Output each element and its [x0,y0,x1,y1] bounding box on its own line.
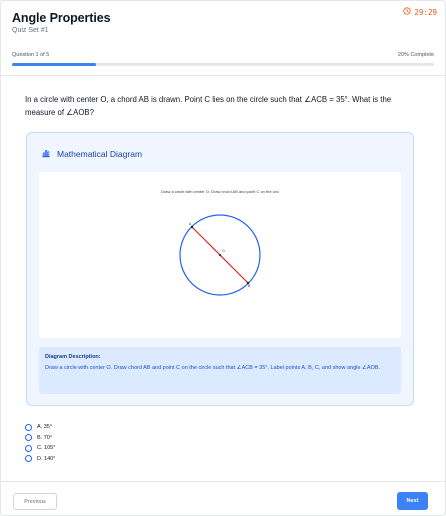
radio-button[interactable] [25,455,32,463]
option-label: B. 70° [37,434,53,441]
previous-button[interactable]: Previous [13,493,57,510]
quiz-title: Angle Properties [12,11,111,25]
radio-button[interactable] [25,444,32,452]
timer: 29:29 [403,7,437,17]
radio-button[interactable] [25,423,32,431]
answer-options: A. 35° B. 70° C. 105° D. 140° [25,422,55,464]
footer-divider [1,481,445,482]
diagram-panel: Mathematical Diagram Draw a circle with … [26,132,414,406]
radio-button[interactable] [25,434,32,442]
quiz-header: Angle Properties Quiz Set #1 [12,11,434,34]
next-button[interactable]: Next [397,492,428,510]
description-title: Diagram Description: [45,354,101,360]
progress-row: Question 1 of 5 20% Complete [12,52,434,58]
center-o-dot [218,253,222,257]
option-b[interactable]: B. 70° [25,433,55,444]
option-label: A. 35° [37,424,53,431]
label-b: B [248,284,251,288]
progress-bar [12,63,434,66]
description-text: Draw a circle with center O. Draw chord … [45,365,381,371]
question-counter: Question 1 of 5 [12,52,50,58]
timer-value: 29:29 [414,7,437,17]
diagram-description: Diagram Description: Draw a circle with … [39,347,401,394]
quiz-subtitle: Quiz Set #1 [12,27,49,34]
option-c[interactable]: C. 105° [25,443,55,454]
circle-diagram: A O B [179,214,261,296]
option-label: C. 105° [37,445,56,452]
bar-chart-icon [41,148,51,160]
progress-fill [12,63,97,66]
label-a: A [189,222,192,226]
option-label: D. 140° [37,455,56,462]
progress-percent: 20% Complete [397,52,434,58]
header-divider [1,75,445,76]
clock-icon [403,7,412,17]
question-text: In a circle with center O, a chord AB is… [25,95,392,117]
option-a[interactable]: A. 35° [25,422,55,433]
point-a-dot [190,225,194,229]
diagram-heading: Mathematical Diagram [57,149,143,159]
diagram-canvas: Draw a circle with center O. Draw chord … [39,172,401,338]
diagram-header: Mathematical Diagram [41,148,142,160]
option-d[interactable]: D. 140° [25,454,55,465]
label-o: O [222,249,225,253]
quiz-card: Angle Properties Quiz Set #1 29:29 Quest… [0,0,446,516]
